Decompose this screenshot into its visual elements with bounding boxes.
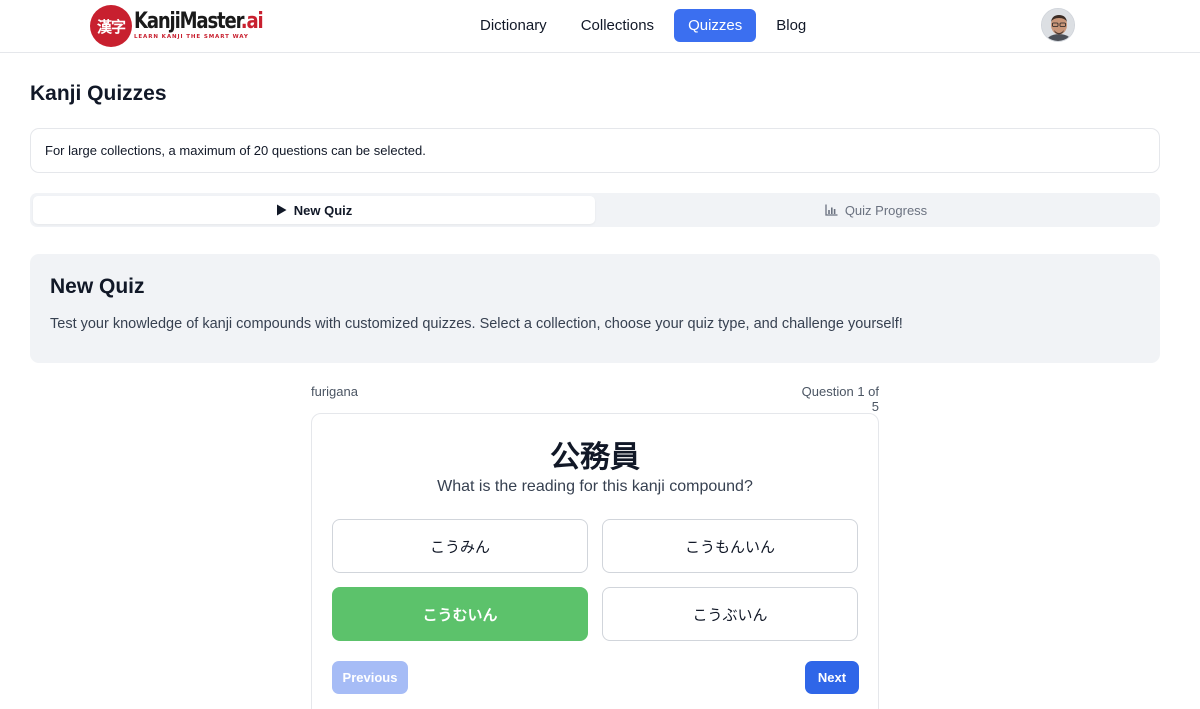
user-avatar[interactable] <box>1041 8 1075 42</box>
logo-tagline: LEARN KANJI THE SMART WAY <box>134 34 249 41</box>
tab-new-quiz-label: New Quiz <box>293 202 353 218</box>
quiz-card: 公務員 What is the reading for this kanji c… <box>311 413 879 709</box>
collection-limit-notice: For large collections, a maximum of 20 q… <box>30 128 1160 173</box>
new-quiz-description: Test your knowledge of kanji compounds w… <box>50 316 903 332</box>
top-navbar: 漢字 KanjiMaster.ai LEARN KANJI THE SMART … <box>0 0 1200 53</box>
next-button[interactable]: Next <box>805 661 859 694</box>
answer-option[interactable]: こうぶいん <box>602 587 858 641</box>
nav-dictionary[interactable]: Dictionary <box>466 9 561 42</box>
question-progress: Question 1 of 5 <box>801 384 879 414</box>
new-quiz-intro: New Quiz Test your knowledge of kanji co… <box>30 254 1160 363</box>
nav-blog[interactable]: Blog <box>762 9 820 42</box>
logo-name-suffix: .ai <box>240 9 264 35</box>
play-icon <box>276 204 287 216</box>
tab-new-quiz[interactable]: New Quiz <box>33 196 595 224</box>
answer-option[interactable]: こうみん <box>332 519 588 573</box>
main-nav: Dictionary Collections Quizzes Blog <box>466 9 820 42</box>
notice-text: For large collections, a maximum of 20 q… <box>45 143 426 158</box>
previous-button[interactable]: Previous <box>332 661 408 694</box>
nav-quizzes[interactable]: Quizzes <box>674 9 757 42</box>
answer-option[interactable]: こうもんいん <box>602 519 858 573</box>
logo-name: KanjiMaster <box>134 9 242 35</box>
nav-collections[interactable]: Collections <box>567 9 668 42</box>
question-text: What is the reading for this kanji compo… <box>437 478 753 495</box>
tab-quiz-progress[interactable]: Quiz Progress <box>595 196 1157 224</box>
logo-wordmark: KanjiMaster.ai LEARN KANJI THE SMART WAY <box>134 11 291 41</box>
page-title: Kanji Quizzes <box>30 82 167 105</box>
kanji-compound: 公務員 <box>550 440 640 475</box>
answer-option-correct[interactable]: こうむいん <box>332 587 588 641</box>
quiz-type-label: furigana <box>311 384 358 399</box>
avatar-portrait-icon <box>1042 9 1074 41</box>
tab-quiz-progress-label: Quiz Progress <box>844 202 928 218</box>
quiz-tabs: New Quiz Quiz Progress <box>30 193 1160 227</box>
chart-icon <box>825 204 838 216</box>
kanjimaster-logo[interactable]: 漢字 KanjiMaster.ai LEARN KANJI THE SMART … <box>90 5 291 47</box>
logo-mark-icon: 漢字 <box>90 5 132 47</box>
new-quiz-heading: New Quiz <box>50 275 145 298</box>
